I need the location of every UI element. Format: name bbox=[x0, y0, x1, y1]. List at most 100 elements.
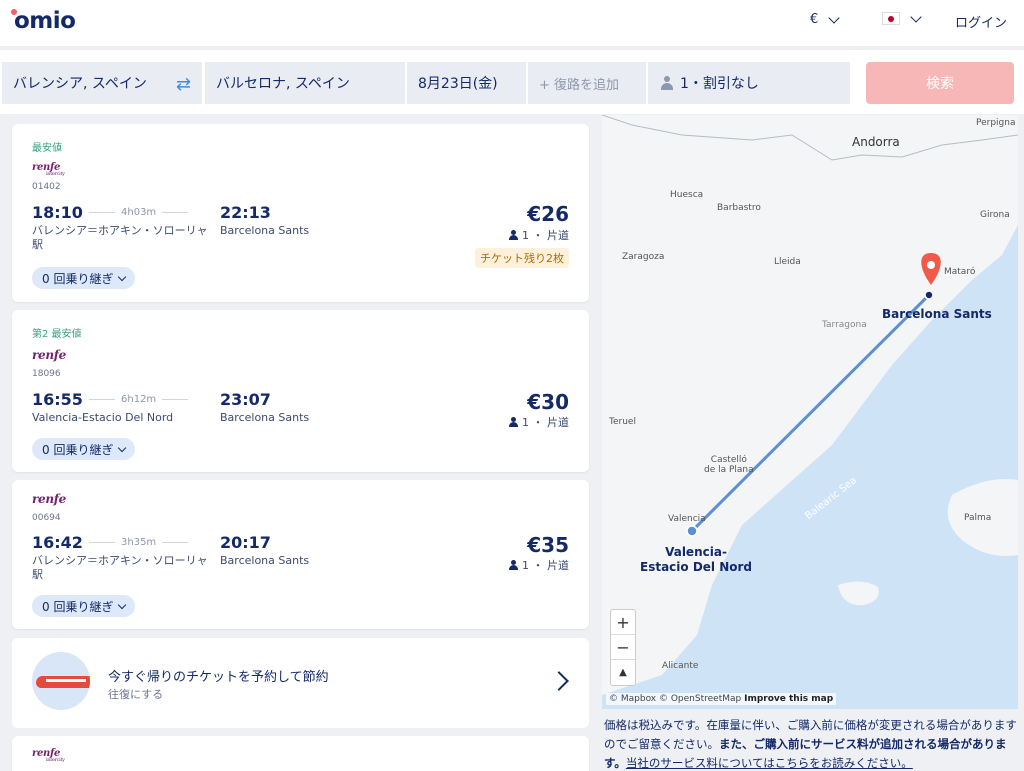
passenger-info: 1 ・ 片道 bbox=[508, 557, 569, 573]
price: €35 bbox=[527, 533, 569, 557]
city-label: Andorra bbox=[852, 135, 900, 149]
renfe-logo: renfe bbox=[32, 348, 66, 362]
origin-label: Valencia- Estacio Del Nord bbox=[640, 545, 753, 574]
passenger-info: 1 ・ 片道 bbox=[508, 414, 569, 430]
date-value: 8月23日(金) bbox=[418, 76, 498, 92]
person-icon bbox=[508, 560, 518, 570]
currency-selector[interactable]: € bbox=[810, 11, 840, 27]
transfers-toggle[interactable]: 0 回乗り継ぎ bbox=[32, 438, 136, 460]
route-map[interactable]: Perpigna Andorra Huesca Barbastro Girona… bbox=[602, 115, 1018, 709]
chevron-down-icon bbox=[118, 443, 127, 452]
departure-station: Valencia-Estacio Del Nord bbox=[32, 411, 174, 424]
compass-button[interactable]: ▲ bbox=[611, 660, 635, 685]
departure-station: バレンシア＝ホアキン・ソローリャ駅 bbox=[32, 554, 208, 581]
date-field[interactable]: 8月23日(金) bbox=[407, 62, 526, 104]
city-label: Lleida bbox=[774, 257, 801, 267]
train-illustration bbox=[32, 652, 90, 710]
passenger-info: 1 ・ 片道 bbox=[508, 227, 569, 243]
city-label: Mataró bbox=[944, 267, 976, 277]
result-card[interactable]: 最安値 renfe intercity 01402 18:10 4h03m 22:… bbox=[12, 124, 589, 302]
train-number: 01402 bbox=[32, 182, 61, 192]
origin-dot bbox=[686, 525, 698, 537]
chevron-down-icon bbox=[118, 600, 127, 609]
passengers-value: 1・割引なし bbox=[680, 76, 759, 92]
destination-field[interactable]: バルセロナ, スペイン bbox=[205, 62, 405, 104]
renfe-logo: renfe bbox=[32, 492, 66, 506]
city-label: Barbastro bbox=[717, 203, 761, 213]
departure-time: 18:10 bbox=[32, 203, 83, 222]
chevron-down-icon bbox=[828, 11, 840, 24]
japan-flag-icon bbox=[882, 12, 900, 25]
map-canvas bbox=[602, 115, 1018, 709]
return-date-field[interactable]: + 復路を追加 bbox=[528, 62, 646, 104]
duration: 4h03m bbox=[89, 207, 189, 218]
arrival-station: Barcelona Sants bbox=[220, 554, 310, 567]
origin-field[interactable]: バレンシア, スペイン bbox=[2, 62, 202, 104]
duration: 6h12m bbox=[89, 394, 189, 405]
result-card[interactable]: renfe intercity bbox=[12, 736, 589, 771]
train-number: 18096 bbox=[32, 369, 61, 379]
city-label: Tarragona bbox=[822, 320, 867, 330]
result-card[interactable]: 第2 最安値 renfe 18096 16:55 6h12m 23:07 Val… bbox=[12, 310, 589, 472]
return-placeholder: + 復路を追加 bbox=[539, 77, 620, 93]
arrival-time: 23:07 bbox=[220, 390, 271, 409]
person-icon bbox=[660, 76, 674, 90]
departure-time: 16:55 bbox=[32, 390, 83, 409]
result-card[interactable]: renfe 00694 16:42 3h35m 20:17 バレンシア＝ホアキン… bbox=[12, 480, 589, 629]
second-cheapest-tag: 第2 最安値 bbox=[32, 329, 82, 340]
city-label: Palma bbox=[964, 513, 992, 523]
transfers-toggle[interactable]: 0 回乗り継ぎ bbox=[32, 267, 136, 289]
city-label: Zaragoza bbox=[622, 252, 665, 262]
promo-title: 今すぐ帰りのチケットを予約して節約 bbox=[108, 670, 329, 685]
sea-area bbox=[602, 225, 1018, 709]
person-icon bbox=[508, 230, 518, 240]
seats-left-badge: チケット残り2枚 bbox=[475, 248, 569, 268]
omio-logo[interactable]: omio bbox=[11, 8, 76, 34]
train-number: 00694 bbox=[32, 513, 61, 523]
renfe-logo: renfe intercity bbox=[32, 748, 65, 763]
service-fee-link[interactable]: 当社のサービス料についてはこちらをお読みください。 bbox=[626, 756, 913, 770]
duration: 3h35m bbox=[89, 537, 189, 548]
origin-value: バレンシア, スペイン bbox=[13, 76, 147, 92]
arrival-time: 20:17 bbox=[220, 533, 271, 552]
cheapest-tag: 最安値 bbox=[32, 143, 62, 154]
city-label: Alicante bbox=[662, 661, 699, 671]
promo-subtitle: 往復にする bbox=[108, 688, 164, 701]
top-header: omio € ログイン bbox=[0, 0, 1024, 46]
city-label: Valencia bbox=[668, 514, 706, 524]
improve-map-link[interactable]: Improve this map bbox=[744, 694, 833, 704]
login-link[interactable]: ログイン bbox=[955, 12, 1007, 31]
destination-dot bbox=[924, 290, 934, 300]
city-label: Girona bbox=[980, 210, 1010, 220]
transfers-toggle[interactable]: 0 回乗り継ぎ bbox=[32, 595, 136, 617]
price: €30 bbox=[527, 390, 569, 414]
zoom-in-button[interactable]: + bbox=[611, 610, 635, 635]
chevron-down-icon bbox=[118, 272, 127, 281]
search-button[interactable]: 検索 bbox=[866, 62, 1014, 104]
city-label: Huesca bbox=[670, 190, 704, 200]
passengers-field[interactable]: 1・割引なし bbox=[648, 62, 850, 104]
arrival-station: Barcelona Sants bbox=[220, 411, 310, 424]
price-notice: 価格は税込みです。在庫量に伴い、ご購入前に価格が変更される場合がありますのでご留… bbox=[604, 718, 1017, 770]
city-label: Teruel bbox=[609, 417, 636, 427]
city-label: Perpigna bbox=[976, 118, 1016, 128]
destination-value: バルセロナ, スペイン bbox=[216, 76, 350, 92]
zoom-controls: + − ▲ bbox=[610, 609, 636, 686]
return-ticket-promo[interactable]: 今すぐ帰りのチケットを予約して節約 往復にする bbox=[12, 638, 589, 728]
chevron-right-icon[interactable] bbox=[549, 671, 569, 691]
price: €26 bbox=[527, 202, 569, 226]
map-attribution: © Mapbox © OpenStreetMap Improve this ma… bbox=[606, 693, 837, 705]
zoom-out-button[interactable]: − bbox=[611, 635, 635, 660]
swap-icon[interactable]: ⇄ bbox=[176, 74, 191, 95]
currency-label: € bbox=[810, 12, 819, 27]
search-bar: バレンシア, スペイン ⇄ バルセロナ, スペイン 8月23日(金) + 復路を… bbox=[0, 50, 1024, 114]
arrival-station: Barcelona Sants bbox=[220, 224, 310, 237]
person-icon bbox=[508, 417, 518, 427]
destination-label: Barcelona Sants bbox=[882, 307, 992, 321]
city-label: Castelló de la Plana bbox=[704, 455, 754, 475]
language-selector[interactable] bbox=[882, 10, 922, 25]
chevron-down-icon bbox=[910, 10, 922, 23]
arrival-time: 22:13 bbox=[220, 203, 271, 222]
departure-time: 16:42 bbox=[32, 533, 83, 552]
departure-station: バレンシア＝ホアキン・ソローリャ駅 bbox=[32, 224, 208, 251]
